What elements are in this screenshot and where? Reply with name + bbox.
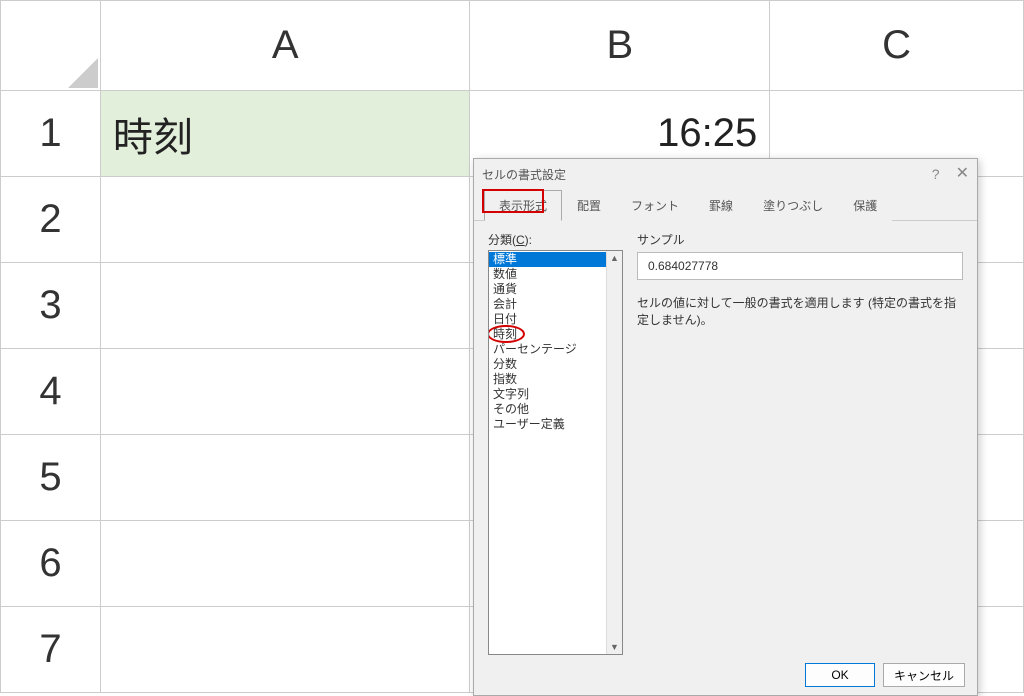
row-header-4[interactable]: 4 [1, 349, 101, 435]
cell-a3[interactable] [100, 263, 470, 349]
ok-button[interactable]: OK [805, 663, 875, 687]
close-icon[interactable]: ✕ [956, 166, 969, 182]
category-item-general[interactable]: 標準 [489, 252, 606, 267]
category-item-scientific[interactable]: 指数 [489, 372, 606, 387]
cell-a7[interactable] [100, 607, 470, 693]
listbox-scrollbar[interactable]: ▲ ▼ [606, 251, 622, 654]
scroll-up-icon[interactable]: ▲ [610, 253, 619, 263]
cell-a4[interactable] [100, 349, 470, 435]
dialog-tabs: 表示形式 配置 フォント 罫線 塗りつぶし 保護 [474, 189, 977, 221]
tab-protection[interactable]: 保護 [838, 190, 892, 221]
row-header-5[interactable]: 5 [1, 435, 101, 521]
format-cells-dialog: セルの書式設定 ? ✕ 表示形式 配置 フォント 罫線 塗りつぶし 保護 分類(… [473, 158, 978, 696]
column-header-b[interactable]: B [470, 1, 770, 91]
column-header-a[interactable]: A [100, 1, 470, 91]
category-item-date[interactable]: 日付 [489, 312, 606, 327]
row-header-3[interactable]: 3 [1, 263, 101, 349]
cell-a1[interactable]: 時刻 [100, 91, 470, 177]
category-item-fraction[interactable]: 分数 [489, 357, 606, 372]
category-item-number[interactable]: 数値 [489, 267, 606, 282]
category-item-text[interactable]: 文字列 [489, 387, 606, 402]
row-header-7[interactable]: 7 [1, 607, 101, 693]
format-description: セルの値に対して一般の書式を適用します (特定の書式を指定しません)。 [637, 294, 963, 328]
tab-number-format[interactable]: 表示形式 [484, 190, 562, 221]
dialog-footer: OK キャンセル [474, 655, 977, 695]
tab-alignment[interactable]: 配置 [562, 190, 616, 221]
category-item-accounting[interactable]: 会計 [489, 297, 606, 312]
category-item-time[interactable]: 時刻 [489, 327, 606, 342]
category-item-custom[interactable]: ユーザー定義 [489, 417, 606, 432]
row-header-2[interactable]: 2 [1, 177, 101, 263]
tab-font[interactable]: フォント [616, 190, 694, 221]
tab-fill[interactable]: 塗りつぶし [748, 190, 838, 221]
category-label: 分類(C): [488, 231, 623, 248]
row-header-1[interactable]: 1 [1, 91, 101, 177]
cell-a5[interactable] [100, 435, 470, 521]
column-header-c[interactable]: C [770, 1, 1024, 91]
scroll-down-icon[interactable]: ▼ [610, 642, 619, 652]
category-item-percentage[interactable]: パーセンテージ [489, 342, 606, 357]
tab-border[interactable]: 罫線 [694, 190, 748, 221]
cancel-button[interactable]: キャンセル [883, 663, 965, 687]
category-listbox[interactable]: 標準 数値 通貨 会計 日付 時刻 パーセンテージ 分数 指数 文字列 その他 … [488, 250, 623, 655]
row-header-6[interactable]: 6 [1, 521, 101, 607]
dialog-title: セルの書式設定 [482, 166, 566, 183]
dialog-titlebar[interactable]: セルの書式設定 ? ✕ [474, 159, 977, 189]
category-item-special[interactable]: その他 [489, 402, 606, 417]
cell-a6[interactable] [100, 521, 470, 607]
sample-value: 0.684027778 [637, 252, 963, 280]
help-icon[interactable]: ? [932, 166, 940, 182]
select-all-corner[interactable] [1, 1, 101, 91]
sample-label: サンプル [637, 231, 963, 248]
category-item-currency[interactable]: 通貨 [489, 282, 606, 297]
cell-a2[interactable] [100, 177, 470, 263]
corner-triangle-icon [68, 58, 98, 88]
